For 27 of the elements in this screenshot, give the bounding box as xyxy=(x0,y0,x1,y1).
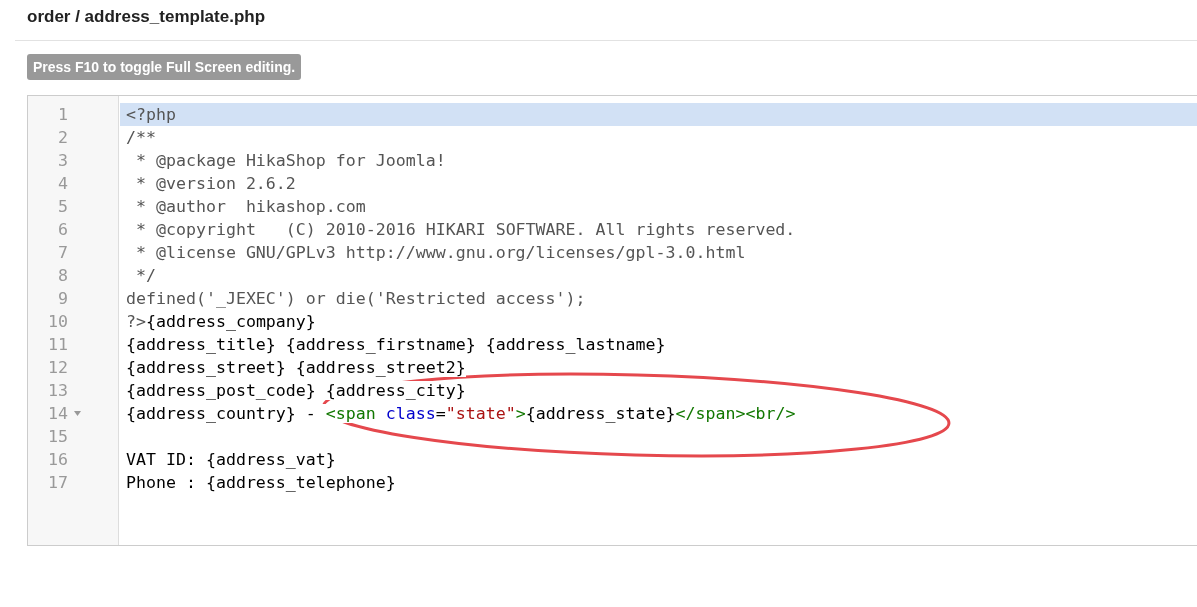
code-editor[interactable] xyxy=(27,95,1197,546)
line-number: 7 xyxy=(57,242,68,264)
line-number: 10 xyxy=(47,311,68,333)
code-line: * @author hikashop.com xyxy=(120,195,1197,218)
line-number: 4 xyxy=(57,173,68,195)
page-title: order / address_template.php xyxy=(27,6,266,28)
line-number: 14 xyxy=(47,403,68,425)
code-line: {address_country} - <span class="state">{address_state}</span><br/> xyxy=(125,403,797,425)
fold-arrow-icon[interactable] xyxy=(74,411,81,416)
line-number: 6 xyxy=(57,219,68,241)
line-number: 13 xyxy=(47,380,68,402)
line-number: 1 xyxy=(57,104,68,126)
line-number: 12 xyxy=(47,357,68,379)
line-number: 2 xyxy=(57,127,68,149)
line-number: 16 xyxy=(47,449,68,471)
line-number: 3 xyxy=(57,150,68,172)
line-number: 5 xyxy=(57,196,68,218)
line-number: 11 xyxy=(47,334,68,356)
code-line: * @package HikaShop for Joomla! xyxy=(120,149,1197,172)
hint-badge: Press F10 to toggle Full Screen editing. xyxy=(27,54,302,80)
code-line: * @license GNU/GPLv3 http://www.gnu.org/licenses/gpl-3.0.html xyxy=(120,241,1197,264)
line-number: 17 xyxy=(47,472,68,494)
line-number: 9 xyxy=(57,288,68,310)
line-number: 8 xyxy=(57,265,68,287)
code-line: */ xyxy=(120,264,1197,287)
code-line: * @version 2.6.2 xyxy=(120,172,1197,195)
line-number: 15 xyxy=(47,426,68,448)
